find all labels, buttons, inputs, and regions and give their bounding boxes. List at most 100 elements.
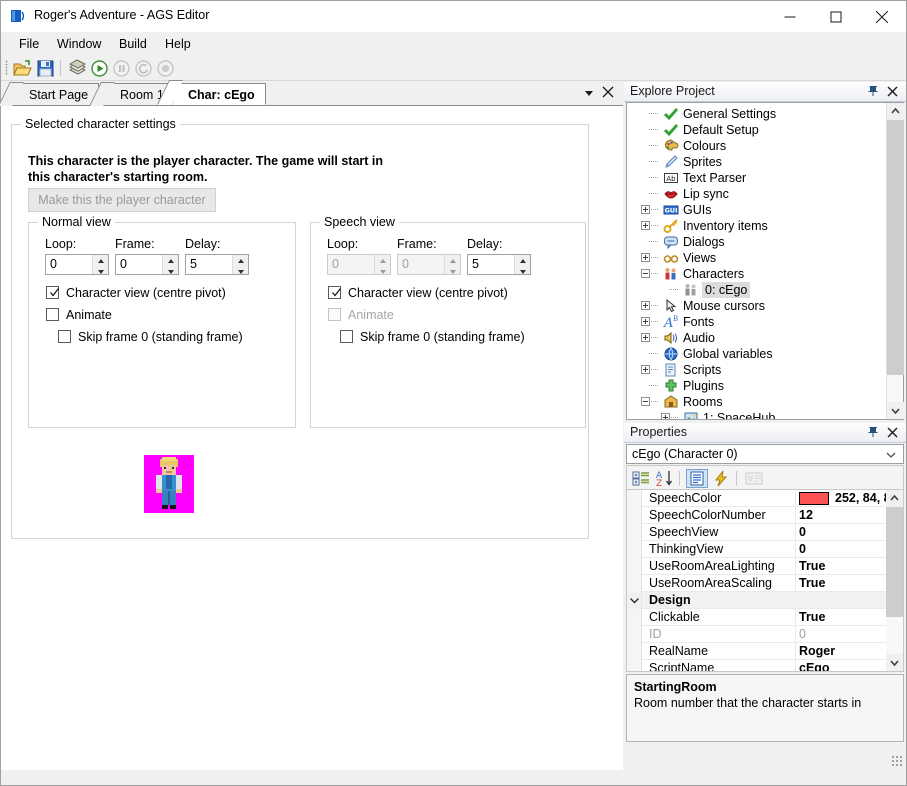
normal-frame-stepper[interactable]: 0 xyxy=(115,254,179,275)
project-tree[interactable]: General Settings Default Setup Colours S… xyxy=(626,102,904,420)
property-row-speechview[interactable]: SpeechView 0 xyxy=(627,524,887,541)
normal-loop-value: 0 xyxy=(50,257,57,271)
close-tab-icon[interactable] xyxy=(601,85,615,102)
close-button[interactable] xyxy=(859,1,905,32)
speech-skip-frame-checkbox[interactable]: Skip frame 0 (standing frame) xyxy=(340,330,525,344)
tree-label: Global variables xyxy=(683,347,773,361)
speech-centre-pivot-checkbox[interactable]: Character view (centre pivot) xyxy=(328,286,508,300)
property-grid[interactable]: SpeechColor 252, 84, 84 SpeechColorNumbe… xyxy=(626,489,904,672)
minimize-button[interactable] xyxy=(767,1,813,32)
pause-icon xyxy=(111,58,132,79)
menu-help[interactable]: Help xyxy=(157,36,199,53)
tab-start-page[interactable]: Start Page xyxy=(15,83,100,105)
toolbar-grip[interactable] xyxy=(5,60,8,76)
normal-animate-checkbox[interactable]: Animate xyxy=(46,308,112,322)
check-icon xyxy=(331,287,342,301)
property-row-useroomarealighting[interactable]: UseRoomAreaLighting True xyxy=(627,558,887,575)
property-grid-scrollbar[interactable] xyxy=(886,490,903,671)
tree-connector xyxy=(649,385,659,386)
property-value: 0 xyxy=(799,542,806,556)
normal-centre-pivot-checkbox[interactable]: Character view (centre pivot) xyxy=(46,286,226,300)
checkbox-box xyxy=(58,330,71,343)
chevron-down-icon[interactable] xyxy=(583,87,595,102)
row-gutter xyxy=(627,626,642,643)
property-row-speechcolornumber[interactable]: SpeechColorNumber 12 xyxy=(627,507,887,524)
categorized-button[interactable] xyxy=(630,469,652,488)
menu-file[interactable]: File xyxy=(11,36,47,53)
normal-animate-label: Animate xyxy=(66,308,112,322)
tree-connector xyxy=(649,161,659,162)
scroll-up-icon[interactable] xyxy=(887,103,904,120)
scroll-thumb[interactable] xyxy=(886,507,903,617)
checkbox-box xyxy=(340,330,353,343)
property-row-scriptname[interactable]: ScriptName cEgo xyxy=(627,660,887,671)
speech-frame-stepper: 0 xyxy=(397,254,461,275)
menu-build[interactable]: Build xyxy=(111,36,155,53)
property-category-design[interactable]: Design xyxy=(627,592,887,609)
alphabetical-sort-button[interactable]: A Z xyxy=(654,469,676,489)
save-icon[interactable] xyxy=(35,58,56,79)
speech-delay-arrows[interactable] xyxy=(514,255,530,274)
property-row-speechcolor[interactable]: SpeechColor 252, 84, 84 xyxy=(627,490,898,507)
normal-frame-arrows[interactable] xyxy=(162,255,178,274)
tree-label: Text Parser xyxy=(683,171,747,185)
run-icon[interactable] xyxy=(89,58,110,79)
svg-text:GUI: GUI xyxy=(664,207,677,215)
normal-loop-stepper[interactable]: 0 xyxy=(45,254,109,275)
maximize-button[interactable] xyxy=(813,1,859,32)
tree-label: Mouse cursors xyxy=(683,299,765,313)
open-folder-icon[interactable] xyxy=(12,58,33,79)
property-row-clickable[interactable]: Clickable True xyxy=(627,609,887,626)
tree-label: Rooms xyxy=(683,395,723,409)
speech-animate-label: Animate xyxy=(348,308,394,322)
normal-skip-frame-checkbox[interactable]: Skip frame 0 (standing frame) xyxy=(58,330,243,344)
property-name: ThinkingView xyxy=(649,542,724,556)
tree-scrollbar[interactable] xyxy=(886,103,904,419)
events-button[interactable] xyxy=(711,469,733,488)
title-bar: Roger's Adventure - AGS Editor xyxy=(1,1,906,32)
pin-icon[interactable] xyxy=(867,426,880,442)
speech-animate-checkbox: Animate xyxy=(328,308,394,322)
property-row-thinkingview[interactable]: ThinkingView 0 xyxy=(627,541,887,558)
row-gutter xyxy=(627,490,642,507)
menu-window[interactable]: Window xyxy=(49,36,109,53)
window-title: Roger's Adventure - AGS Editor xyxy=(34,8,210,22)
explore-project-title: Explore Project xyxy=(630,84,715,98)
property-value: 0 xyxy=(799,627,806,641)
close-panel-icon[interactable] xyxy=(886,426,899,442)
speech-delay-stepper[interactable]: 5 xyxy=(467,254,531,275)
resize-grip[interactable] xyxy=(891,755,902,766)
tree-connector xyxy=(649,225,659,226)
property-row-useroomareascaling[interactable]: UseRoomAreaScaling True xyxy=(627,575,887,592)
row-gutter xyxy=(627,592,642,609)
scroll-thumb[interactable] xyxy=(887,120,904,375)
tree-connector xyxy=(669,289,679,290)
scroll-down-icon[interactable] xyxy=(886,654,903,671)
globe-icon xyxy=(663,346,679,362)
tree-label: Fonts xyxy=(683,315,715,329)
expander-icon[interactable] xyxy=(661,413,670,419)
scroll-down-icon[interactable] xyxy=(887,402,904,419)
toolbar-separator xyxy=(60,60,61,76)
description-text: Room number that the character starts in xyxy=(634,696,862,710)
normal-loop-arrows[interactable] xyxy=(92,255,108,274)
normal-frame-label: Frame: xyxy=(115,237,155,251)
green-check-icon xyxy=(663,122,679,138)
speech-loop-label: Loop: xyxy=(327,237,359,251)
property-row-realname[interactable]: RealName Roger xyxy=(627,643,887,660)
tab-char-cego[interactable]: Char: cEgo xyxy=(174,83,266,105)
tree-label: Inventory items xyxy=(683,219,768,233)
chevron-down-icon[interactable] xyxy=(885,449,897,464)
close-panel-icon[interactable] xyxy=(886,85,899,101)
character-sprite-preview xyxy=(144,455,194,513)
properties-object-selector[interactable]: cEgo (Character 0) xyxy=(626,444,904,464)
tree-connector xyxy=(649,369,659,370)
normal-delay-arrows[interactable] xyxy=(232,255,248,274)
scroll-up-icon[interactable] xyxy=(886,490,903,507)
build-icon[interactable] xyxy=(67,58,88,79)
normal-delay-value: 5 xyxy=(190,257,197,271)
normal-delay-stepper[interactable]: 5 xyxy=(185,254,249,275)
property-pages-button[interactable] xyxy=(686,469,708,488)
character-icon xyxy=(683,282,699,298)
pin-icon[interactable] xyxy=(867,85,880,101)
